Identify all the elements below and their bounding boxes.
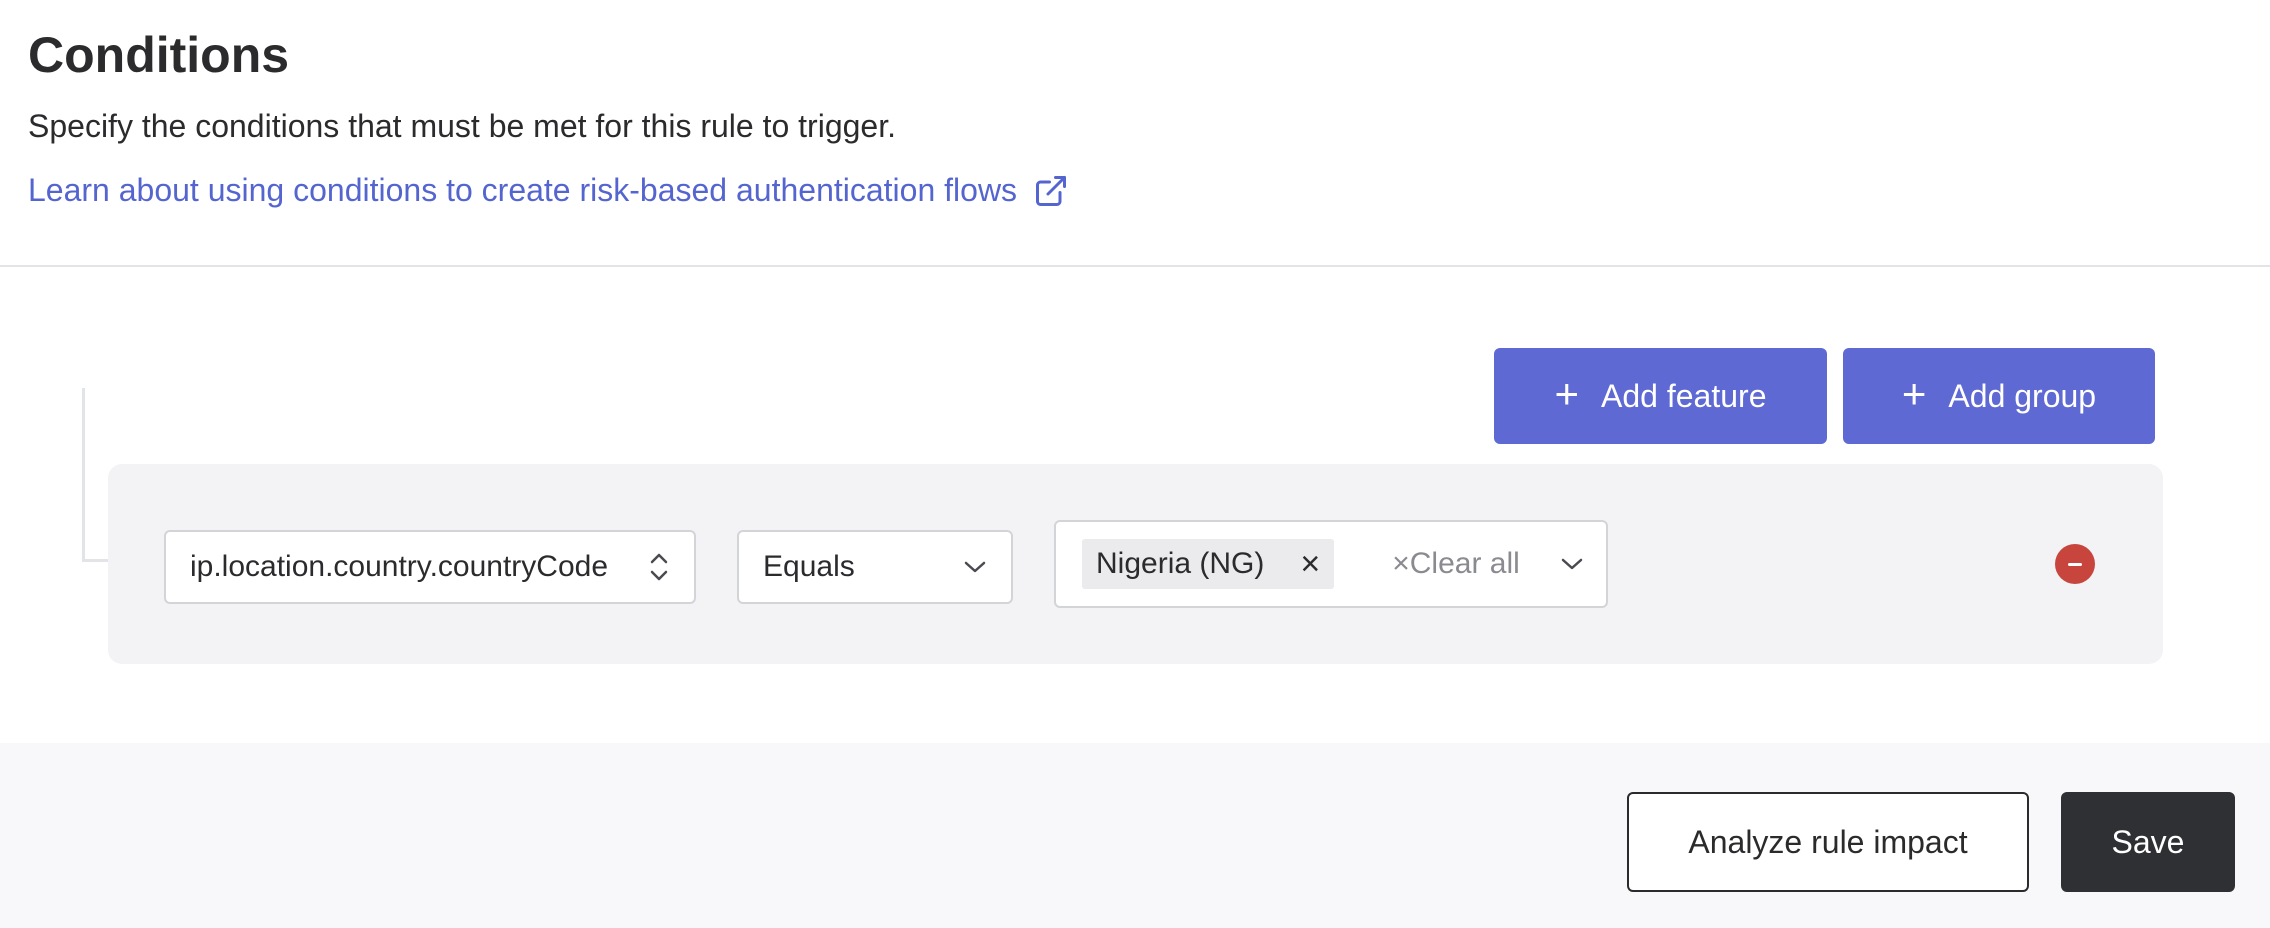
add-group-label: Add group bbox=[1948, 377, 2097, 414]
page-subtitle: Specify the conditions that must be met … bbox=[28, 108, 896, 144]
add-feature-button[interactable]: + Add feature bbox=[1494, 348, 1827, 444]
analyze-rule-impact-button[interactable]: Analyze rule impact bbox=[1627, 792, 2029, 892]
page-title: Conditions bbox=[28, 27, 290, 83]
operator-value: Equals bbox=[763, 550, 855, 583]
chevron-down-icon bbox=[964, 561, 986, 573]
add-feature-label: Add feature bbox=[1601, 377, 1767, 414]
remove-chip-icon[interactable]: × bbox=[1300, 547, 1320, 581]
external-link-icon bbox=[1036, 175, 1067, 206]
clear-all-label: Clear all bbox=[1409, 547, 1520, 580]
conditions-docs-link[interactable]: Learn about using conditions to create r… bbox=[28, 172, 1069, 209]
values-multiselect[interactable]: Nigeria (NG) × ×Clear all bbox=[1054, 520, 1608, 608]
plus-icon: + bbox=[1901, 370, 1927, 417]
operator-select[interactable]: Equals bbox=[737, 530, 1013, 604]
value-chip-label: Nigeria (NG) bbox=[1096, 547, 1265, 580]
chevron-up-down-icon bbox=[650, 553, 668, 581]
add-group-button[interactable]: + Add group bbox=[1843, 348, 2155, 444]
remove-condition-button[interactable] bbox=[2055, 544, 2095, 584]
save-button[interactable]: Save bbox=[2061, 792, 2235, 892]
value-chip: Nigeria (NG) × bbox=[1082, 539, 1335, 589]
chevron-down-icon[interactable] bbox=[1560, 556, 1584, 572]
feature-value: ip.location.country.countryCode bbox=[190, 550, 609, 583]
group-tree-connector bbox=[82, 388, 108, 562]
plus-icon: + bbox=[1554, 370, 1580, 417]
clear-all-button[interactable]: ×Clear all bbox=[1392, 547, 1520, 581]
minus-icon bbox=[2068, 562, 2082, 566]
conditions-header: Conditions Specify the conditions that m… bbox=[0, 0, 2270, 267]
feature-select[interactable]: ip.location.country.countryCode bbox=[164, 530, 696, 604]
docs-link-label: Learn about using conditions to create r… bbox=[28, 172, 1018, 208]
